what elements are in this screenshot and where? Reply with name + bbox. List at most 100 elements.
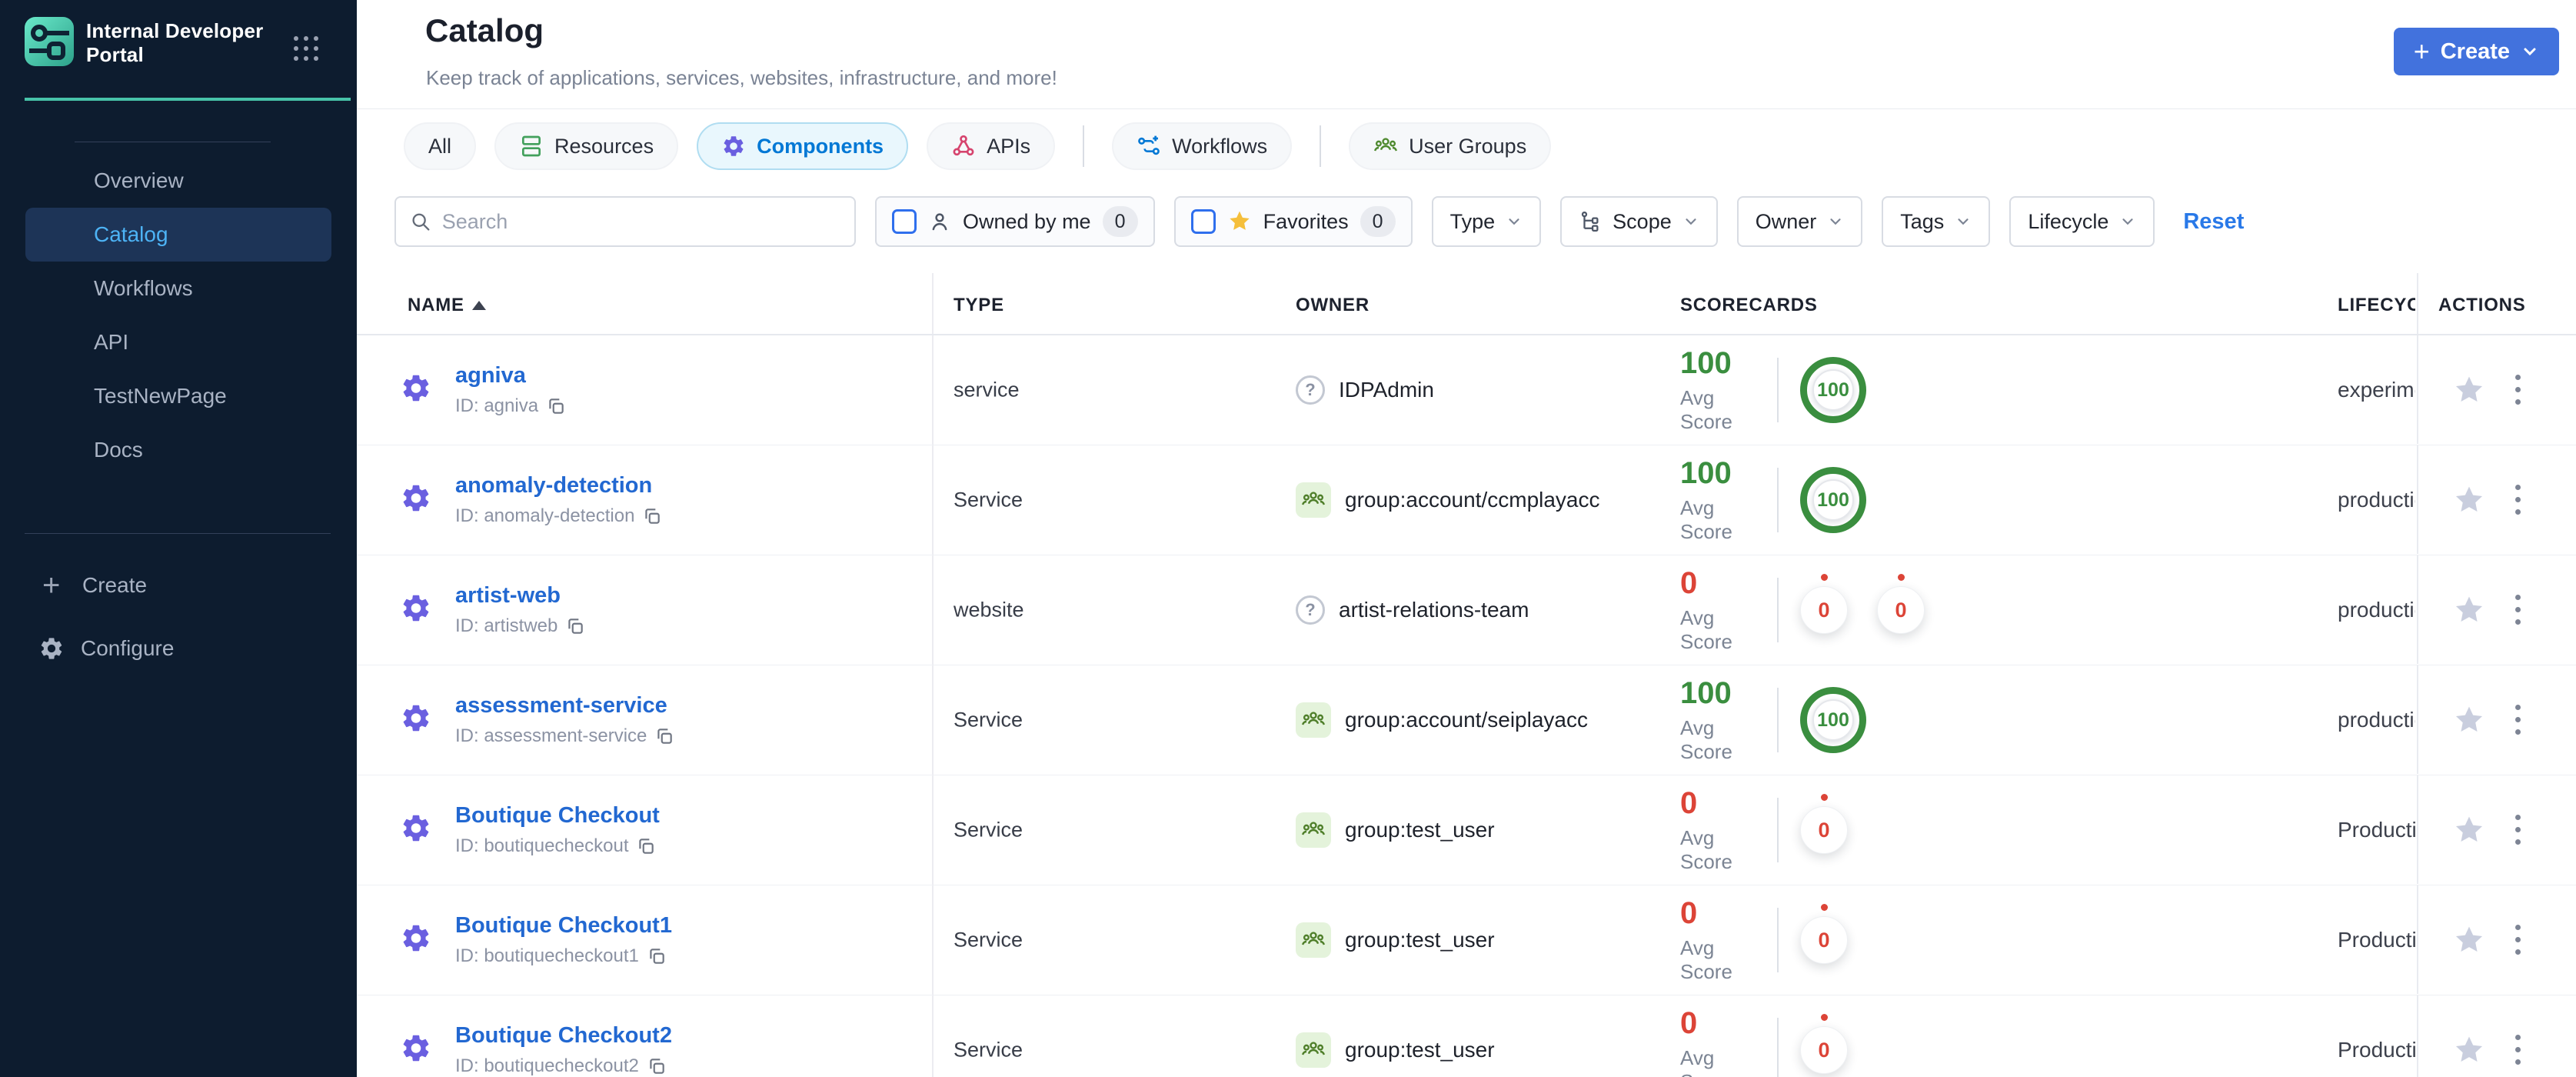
sidebar-nav: Overview Catalog Workflows API TestNewPa… <box>0 154 357 477</box>
favorite-star-icon[interactable] <box>2452 923 2486 957</box>
copy-icon[interactable] <box>642 506 662 526</box>
tab-workflows[interactable]: Workflows <box>1112 122 1293 170</box>
component-gear-icon <box>400 592 432 629</box>
type-cell: Service <box>954 488 1023 512</box>
idp-logo-icon[interactable] <box>25 17 74 66</box>
favorite-star-icon[interactable] <box>2452 483 2486 517</box>
kebab-menu-icon[interactable] <box>2512 702 2524 738</box>
tab-all[interactable]: All <box>404 122 477 170</box>
entity-name-link[interactable]: Boutique Checkout <box>455 803 660 829</box>
scorecard-ring[interactable]: 0 <box>1800 794 1848 854</box>
sidebar-item-api[interactable]: API <box>0 315 357 369</box>
scorecard-ring[interactable]: 0 <box>1800 904 1848 964</box>
owner-cell: ? group:test_user <box>1296 812 1495 848</box>
column-header-name[interactable]: NAME <box>408 295 486 316</box>
lifecycle-cell: production <box>2338 598 2415 622</box>
column-header-scorecards: SCORECARDS <box>1680 295 1818 315</box>
favorite-star-icon[interactable] <box>2452 373 2486 407</box>
name-cell: Boutique Checkout2 ID: boutiquecheckout2 <box>455 1023 672 1077</box>
name-cell: agniva ID: agniva <box>455 363 566 417</box>
owner-label: group:test_user <box>1345 928 1495 952</box>
filters-row: Owned by me 0 Favorites 0 Type Scope Own… <box>394 196 2244 247</box>
copy-icon[interactable] <box>654 726 674 746</box>
scorecard-rings: 00 <box>1800 574 1925 634</box>
kebab-menu-icon[interactable] <box>2512 592 2524 628</box>
tags-dropdown[interactable]: Tags <box>1882 196 1991 247</box>
scorecard-ring[interactable]: 100 <box>1800 687 1866 753</box>
avg-score-value: 0 <box>1680 566 1698 600</box>
kebab-menu-icon[interactable] <box>2512 482 2524 518</box>
kebab-menu-icon[interactable] <box>2512 812 2524 848</box>
scorecards-cell: 100 Avg Score 100 <box>1680 665 1866 775</box>
chevron-down-icon <box>1686 218 1696 225</box>
sidebar-create-button[interactable]: + Create <box>0 560 357 611</box>
entity-type-tabs: All Resources Components APIs Workflows … <box>404 122 1552 171</box>
reset-filters-link[interactable]: Reset <box>2183 209 2244 235</box>
tab-resources[interactable]: Resources <box>494 122 679 170</box>
unknown-owner-icon: ? <box>1296 595 1325 625</box>
copy-icon[interactable] <box>647 1056 667 1076</box>
owned-by-me-checkbox[interactable] <box>892 209 917 234</box>
favorite-star-icon[interactable] <box>2452 703 2486 737</box>
copy-icon[interactable] <box>546 396 566 416</box>
scope-dropdown[interactable]: Scope <box>1560 196 1718 247</box>
scorecard-ring[interactable]: 100 <box>1800 467 1866 533</box>
kebab-menu-icon[interactable] <box>2512 1032 2524 1068</box>
owner-dropdown[interactable]: Owner <box>1736 196 1863 247</box>
chevron-down-icon <box>1509 218 1519 225</box>
copy-icon[interactable] <box>647 946 667 966</box>
sidebar-item-workflows[interactable]: Workflows <box>0 262 357 315</box>
page-title: Catalog <box>425 12 544 48</box>
favorite-star-icon[interactable] <box>2452 813 2486 847</box>
entity-name-link[interactable]: assessment-service <box>455 693 674 719</box>
search-box[interactable] <box>394 196 856 247</box>
scorecard-ring[interactable]: 0 <box>1800 574 1848 634</box>
sidebar-item-overview[interactable]: Overview <box>0 154 357 208</box>
scorecard-rings: 0 <box>1800 904 1848 964</box>
type-dropdown[interactable]: Type <box>1431 196 1542 247</box>
scope-dropdown-label: Scope <box>1612 209 1672 233</box>
chevron-down-icon <box>2524 48 2536 56</box>
entity-name-link[interactable]: anomaly-detection <box>455 473 662 498</box>
tab-apis[interactable]: APIs <box>927 122 1056 170</box>
scorecard-rings: 0 <box>1800 1014 1848 1074</box>
create-button[interactable]: + Create <box>2393 28 2559 75</box>
kebab-menu-icon[interactable] <box>2512 372 2524 408</box>
favorite-star-icon[interactable] <box>2452 1033 2486 1067</box>
favorites-checkbox[interactable] <box>1190 209 1216 234</box>
lifecycle-dropdown[interactable]: Lifecycle <box>2009 196 2155 247</box>
type-cell: Service <box>954 708 1023 732</box>
sidebar-configure-button[interactable]: Configure <box>0 622 357 675</box>
table-row: Boutique Checkout1 ID: boutiquecheckout1… <box>357 885 2576 995</box>
entity-name-link[interactable]: agniva <box>455 363 566 388</box>
copy-icon[interactable] <box>636 836 656 856</box>
favorites-filter[interactable]: Favorites 0 <box>1173 196 1413 247</box>
avg-score-label: Avg Score <box>1680 496 1732 543</box>
scorecard-ring[interactable]: 100 <box>1800 357 1866 423</box>
entity-id: ID: boutiquecheckout2 <box>455 1055 639 1076</box>
kebab-menu-icon[interactable] <box>2512 922 2524 958</box>
group-icon <box>1296 482 1331 518</box>
sidebar-item-catalog[interactable]: Catalog <box>25 208 331 262</box>
brand-title: Internal Developer Portal <box>86 19 264 66</box>
owned-by-me-filter[interactable]: Owned by me 0 <box>875 196 1155 247</box>
sidebar-item-testnewpage[interactable]: TestNewPage <box>0 369 357 423</box>
scorecard-ring[interactable]: 0 <box>1877 574 1925 634</box>
name-cell: artist-web ID: artistweb <box>455 583 585 637</box>
favorite-star-icon[interactable] <box>2452 593 2486 627</box>
search-input[interactable] <box>441 209 840 234</box>
sidebar: Internal Developer Portal Overview Catal… <box>0 0 357 1077</box>
entity-name-link[interactable]: Boutique Checkout2 <box>455 1023 672 1049</box>
entity-name-link[interactable]: Boutique Checkout1 <box>455 913 672 939</box>
apps-grid-icon[interactable] <box>294 36 318 61</box>
tab-user-groups[interactable]: User Groups <box>1349 122 1552 170</box>
tab-components[interactable]: Components <box>697 122 909 170</box>
scorecard-ring[interactable]: 0 <box>1800 1014 1848 1074</box>
avg-score-label: Avg Score <box>1680 386 1732 433</box>
column-lifecycle-label: LIFECYCLE <box>2338 295 2415 315</box>
entity-name-link[interactable]: artist-web <box>455 583 585 609</box>
lifecycle-cell: production <box>2338 708 2415 732</box>
copy-icon[interactable] <box>565 616 585 636</box>
sidebar-item-docs[interactable]: Docs <box>0 423 357 477</box>
column-name-label: NAME <box>408 295 464 315</box>
